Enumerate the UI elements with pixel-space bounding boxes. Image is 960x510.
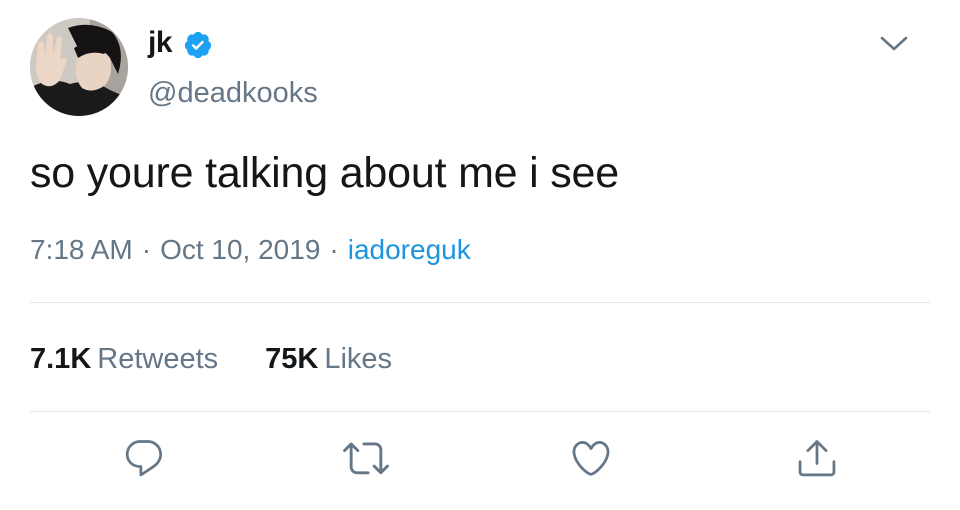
chevron-down-icon <box>880 36 908 51</box>
display-name[interactable]: jk <box>148 24 173 62</box>
like-icon <box>572 440 610 476</box>
tweet-source-link[interactable]: iadoreguk <box>348 234 471 265</box>
tweet-date[interactable]: Oct 10, 2019 <box>160 234 320 265</box>
divider <box>30 302 930 303</box>
like-button[interactable] <box>563 430 619 486</box>
divider <box>30 411 930 412</box>
tweet-text: so youre talking about me i see <box>30 149 619 197</box>
share-button[interactable] <box>789 430 845 486</box>
tweet-card: jk @deadkooks so youre talking about me … <box>0 0 960 510</box>
meta-separator: · <box>141 234 152 265</box>
verified-badge-icon <box>184 31 212 59</box>
meta-separator: · <box>329 234 339 265</box>
avatar[interactable] <box>30 18 128 116</box>
tweet-time[interactable]: 7:18 AM <box>30 234 133 265</box>
reply-icon <box>125 440 163 477</box>
share-icon <box>798 440 836 477</box>
retweets-count: 7.1K <box>30 343 92 375</box>
retweet-icon <box>343 442 389 475</box>
tweet-stats: 7.1K Retweets 75K Likes <box>30 340 392 378</box>
likes-label: Likes <box>324 343 393 375</box>
profile-photo-icon <box>30 18 128 116</box>
tweet-meta: 7:18 AM · Oct 10, 2019 · iadoreguk <box>30 232 471 268</box>
retweets-label: Retweets <box>97 343 219 375</box>
retweet-button[interactable] <box>338 430 394 486</box>
retweets-stat[interactable]: 7.1K Retweets <box>30 340 218 378</box>
action-bar <box>0 430 960 490</box>
user-handle[interactable]: @deadkooks <box>148 76 318 110</box>
reply-button[interactable] <box>116 430 172 486</box>
likes-count: 75K <box>265 343 319 375</box>
likes-stat[interactable]: 75K Likes <box>265 340 392 378</box>
more-options-button[interactable] <box>872 26 916 62</box>
